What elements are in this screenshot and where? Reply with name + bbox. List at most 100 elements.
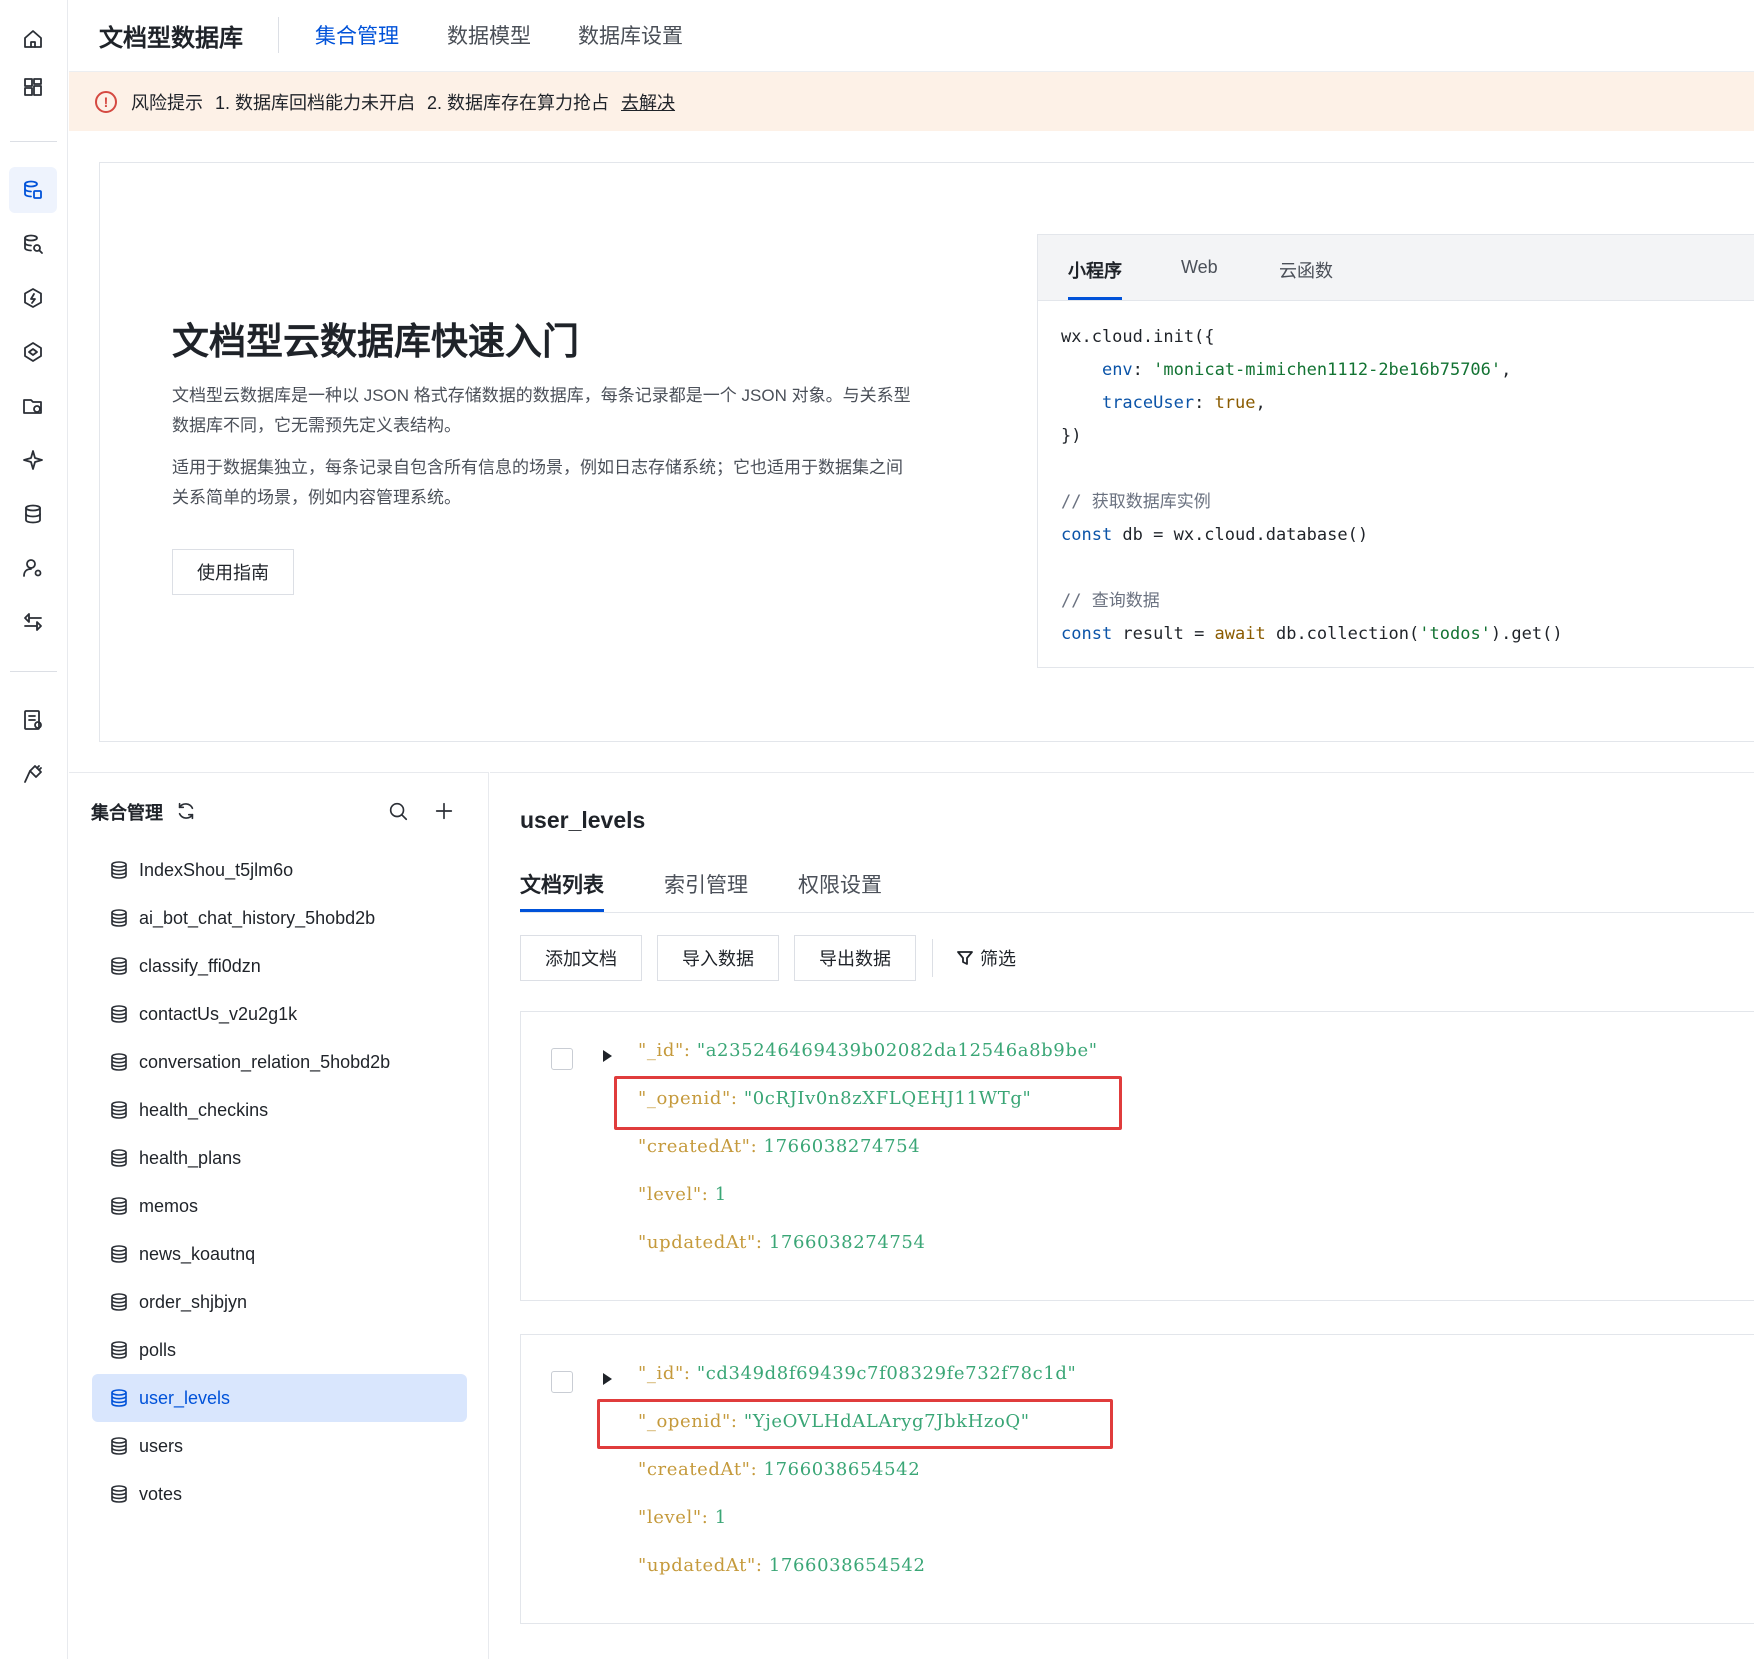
collection-db-icon: [111, 1245, 127, 1263]
collection-item-active[interactable]: user_levels: [92, 1374, 467, 1422]
document-card: "_id": "a235246469439b02082da12546a8b9be…: [520, 1011, 1754, 1301]
home-icon[interactable]: [9, 16, 57, 62]
collection-item[interactable]: votes: [92, 1470, 467, 1518]
collection-item-label: memos: [139, 1195, 199, 1216]
openid-highlight-box: [597, 1399, 1113, 1449]
tab-collection-management[interactable]: 集合管理: [315, 20, 399, 50]
warning-icon: !: [95, 90, 117, 113]
collection-item[interactable]: news_koautnq: [92, 1230, 467, 1278]
doc-createdAt-value: 1766038274754: [763, 1136, 921, 1157]
collection-item-label: news_koautnq: [139, 1243, 256, 1264]
container-icon[interactable]: [9, 329, 57, 375]
collection-item[interactable]: polls: [92, 1326, 467, 1374]
document-checkbox[interactable]: [551, 1371, 573, 1393]
collection-list: IndexShou_t5jlm6o ai_bot_chat_history_5h…: [92, 846, 467, 1518]
doc-id-value: "cd349d8f69439c7f08329fe732f78c1d": [696, 1363, 1077, 1384]
dashboard-icon[interactable]: [9, 64, 57, 110]
code-comment-2: // 查询数据: [1061, 591, 1160, 611]
header-divider: [278, 17, 279, 53]
export-data-button[interactable]: 导出数据: [794, 935, 916, 981]
app-title: 文档型数据库: [99, 25, 243, 52]
collection-item-label: order_shjbjyn: [139, 1291, 248, 1312]
collection-item[interactable]: order_shjbjyn: [92, 1278, 467, 1326]
quickstart-description-1: 文档型云数据库是一种以 JSON 格式存储数据的数据库，每条记录都是一个 JSO…: [172, 386, 911, 435]
risk-warning-banner: ! 风险提示 1. 数据库回档能力未开启 2. 数据库存在算力抢占 去解决: [69, 72, 1754, 131]
tab-permission-settings[interactable]: 权限设置: [798, 869, 882, 899]
expand-caret-icon[interactable]: [603, 1050, 612, 1062]
left-icon-rail: [0, 0, 68, 1659]
doc-field-id: "_id": "a235246469439b02082da12546a8b9be…: [638, 1040, 1098, 1061]
collection-db-icon: [111, 1101, 127, 1119]
doc-field-level: "level": 1: [638, 1507, 727, 1528]
tab-index-management[interactable]: 索引管理: [664, 869, 748, 899]
code-collection-name: 'todos': [1419, 624, 1491, 644]
ai-sparkle-icon[interactable]: [9, 437, 57, 483]
collection-item[interactable]: users: [92, 1422, 467, 1470]
collection-item[interactable]: memos: [92, 1182, 467, 1230]
doc-field-level: "level": 1: [638, 1184, 727, 1205]
collection-db-icon: [111, 1389, 127, 1407]
collection-item[interactable]: health_checkins: [92, 1086, 467, 1134]
collection-item[interactable]: contactUs_v2u2g1k: [92, 990, 467, 1038]
collection-item-label: conversation_relation_5hobd2b: [139, 1051, 391, 1072]
collection-db-icon: [111, 1197, 127, 1215]
code-tab-cloud-function[interactable]: 云函数: [1279, 257, 1333, 283]
collection-item[interactable]: classify_ffi0dzn: [92, 942, 467, 990]
user-guide-button[interactable]: 使用指南: [172, 549, 294, 595]
banner-label: 风险提示: [131, 92, 203, 113]
collection-db-icon: [111, 1149, 127, 1167]
code-comment-1: // 获取数据库实例: [1061, 492, 1211, 512]
code-env-value: 'monicat-mimichen1112-2be16b75706': [1153, 360, 1502, 380]
collection-item[interactable]: IndexShou_t5jlm6o: [92, 846, 467, 894]
data-layers-icon[interactable]: [9, 491, 57, 537]
sub-tab-indicator: [520, 909, 604, 912]
storage-folder-icon[interactable]: [9, 383, 57, 429]
doc-field-createdAt: "createdAt": 1766038274754: [638, 1136, 921, 1157]
collection-db-icon: [111, 861, 127, 879]
extension-plug-icon[interactable]: [9, 751, 57, 797]
add-document-button[interactable]: 添加文档: [520, 935, 642, 981]
refresh-icon[interactable]: [172, 797, 200, 825]
search-icon[interactable]: [384, 797, 412, 825]
collection-sidebar: 集合管理 IndexShou_t5jlm6o ai_bot_chat_histo…: [69, 772, 489, 1659]
toolbar-divider: [932, 939, 933, 977]
code-tab-miniprogram[interactable]: 小程序: [1068, 257, 1122, 283]
tab-data-model[interactable]: 数据模型: [447, 20, 531, 50]
document-checkbox[interactable]: [551, 1048, 573, 1070]
collection-db-icon: [111, 1437, 127, 1455]
code-snippet: wx.cloud.init({ env: 'monicat-mimichen11…: [1061, 327, 1563, 644]
database-search-icon[interactable]: [9, 221, 57, 267]
tab-database-settings[interactable]: 数据库设置: [578, 20, 683, 50]
sync-code-icon[interactable]: [9, 599, 57, 645]
expand-caret-icon[interactable]: [603, 1373, 612, 1385]
quickstart-card: 文档型云数据库快速入门 文档型云数据库是一种以 JSON 格式存储数据的数据库，…: [99, 162, 1754, 742]
import-data-button[interactable]: 导入数据: [657, 935, 779, 981]
resolve-link[interactable]: 去解决: [621, 89, 675, 115]
filter-icon: [957, 951, 973, 965]
function-hexagon-icon[interactable]: [9, 275, 57, 321]
openid-highlight-box: [614, 1076, 1122, 1130]
banner-item-2: 2. 数据库存在算力抢占: [427, 92, 610, 113]
collection-item-label: user_levels: [139, 1387, 231, 1408]
collection-db-icon: [111, 1485, 127, 1503]
database-icon[interactable]: [9, 167, 57, 213]
user-settings-icon[interactable]: [9, 545, 57, 591]
collection-detail-panel: user_levels 文档列表 索引管理 权限设置 添加文档 导入数据 导出数…: [490, 772, 1754, 1659]
doc-createdAt-value: 1766038654542: [763, 1459, 921, 1480]
collection-item[interactable]: ai_bot_chat_history_5hobd2b: [92, 894, 467, 942]
collection-item-label: classify_ffi0dzn: [139, 955, 261, 976]
collection-item[interactable]: conversation_relation_5hobd2b: [92, 1038, 467, 1086]
filter-button[interactable]: 筛选: [956, 945, 1016, 971]
collection-item[interactable]: health_plans: [92, 1134, 467, 1182]
logs-icon[interactable]: [9, 697, 57, 743]
banner-item-1: 1. 数据库回档能力未开启: [215, 92, 416, 113]
doc-updatedAt-value: 1766038654542: [768, 1555, 926, 1576]
collection-sidebar-title: 集合管理: [91, 803, 163, 823]
code-tab-web[interactable]: Web: [1181, 257, 1218, 278]
collection-db-icon: [111, 1053, 127, 1071]
collection-item-label: polls: [139, 1339, 177, 1360]
tab-document-list[interactable]: 文档列表: [520, 869, 604, 899]
collection-db-icon: [111, 909, 127, 927]
doc-level-value: 1: [714, 1184, 727, 1205]
add-collection-icon[interactable]: [430, 797, 458, 825]
